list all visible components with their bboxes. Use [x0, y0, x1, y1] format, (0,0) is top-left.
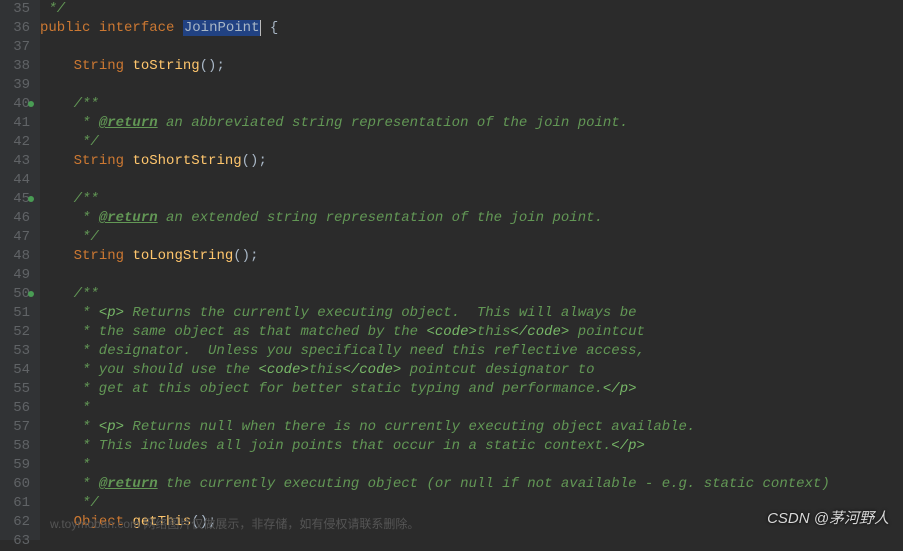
code-line: * @return an abbreviated string represen…	[40, 114, 903, 133]
line-number: 63	[0, 532, 30, 551]
line-number: 55	[0, 380, 30, 399]
code-line	[40, 76, 903, 95]
code-line: String toString();	[40, 57, 903, 76]
javadoc-return-tag: @return	[99, 476, 158, 492]
html-p-tag: <p>	[99, 305, 124, 321]
line-number: 38	[0, 57, 30, 76]
gutter-marker-icon	[28, 291, 34, 297]
html-code-tag: </code>	[511, 324, 570, 340]
code-line: * @return an extended string representat…	[40, 209, 903, 228]
line-number: 47	[0, 228, 30, 247]
line-number: 35	[0, 0, 30, 19]
gutter-marker-icon	[28, 101, 34, 107]
line-number: 36	[0, 19, 30, 38]
line-number: 56	[0, 399, 30, 418]
interface-declaration: public interface JoinPoint {	[40, 19, 903, 38]
code-line	[40, 266, 903, 285]
code-line: */	[40, 133, 903, 152]
code-line: */	[40, 228, 903, 247]
code-line: * you should use the <code>this</code> p…	[40, 361, 903, 380]
code-line	[40, 38, 903, 57]
line-number: 37	[0, 38, 30, 57]
javadoc-return-tag: @return	[99, 115, 158, 131]
line-number: 40	[0, 95, 30, 114]
watermark-right: CSDN @茅河野人	[767, 509, 889, 528]
code-line: *	[40, 456, 903, 475]
line-number: 59	[0, 456, 30, 475]
code-line	[40, 532, 903, 551]
code-line: * the same object as that matched by the…	[40, 323, 903, 342]
line-number: 49	[0, 266, 30, 285]
html-code-tag: </code>	[342, 362, 401, 378]
line-number: 60	[0, 475, 30, 494]
class-name-selected: JoinPoint	[183, 20, 261, 36]
gutter-marker-icon	[28, 196, 34, 202]
method-tolongstring: toLongString	[132, 248, 233, 264]
code-line: * <p> Returns null when there is no curr…	[40, 418, 903, 437]
line-number: 61	[0, 494, 30, 513]
line-number: 39	[0, 76, 30, 95]
line-number: 43	[0, 152, 30, 171]
gutter: 3536373839404142434445464748495051525354…	[0, 0, 40, 540]
code-line: * designator. Unless you specifically ne…	[40, 342, 903, 361]
line-number: 54	[0, 361, 30, 380]
method-toshortstring: toShortString	[132, 153, 241, 169]
code-line: * get at this object for better static t…	[40, 380, 903, 399]
code-editor[interactable]: 3536373839404142434445464748495051525354…	[0, 0, 903, 540]
code-area[interactable]: */public interface JoinPoint { String to…	[40, 0, 903, 540]
line-number: 52	[0, 323, 30, 342]
code-line: /**	[40, 95, 903, 114]
html-code-tag: <code>	[258, 362, 308, 378]
html-p-tag: </p>	[611, 438, 645, 454]
code-line: * This includes all join points that occ…	[40, 437, 903, 456]
html-p-tag: </p>	[603, 381, 637, 397]
code-line: */	[40, 0, 903, 19]
line-number: 51	[0, 304, 30, 323]
code-line: /**	[40, 190, 903, 209]
method-tostring: toString	[132, 58, 199, 74]
code-line: String toShortString();	[40, 152, 903, 171]
line-number: 41	[0, 114, 30, 133]
code-line	[40, 171, 903, 190]
javadoc-return-tag: @return	[99, 210, 158, 226]
line-number: 45	[0, 190, 30, 209]
code-line: *	[40, 399, 903, 418]
code-line: String toLongString();	[40, 247, 903, 266]
line-number: 44	[0, 171, 30, 190]
line-number: 42	[0, 133, 30, 152]
code-line: * @return the currently executing object…	[40, 475, 903, 494]
code-line: /**	[40, 285, 903, 304]
line-number: 53	[0, 342, 30, 361]
html-code-tag: <code>	[426, 324, 476, 340]
line-number: 46	[0, 209, 30, 228]
line-number: 58	[0, 437, 30, 456]
line-number: 50	[0, 285, 30, 304]
line-number: 57	[0, 418, 30, 437]
code-line: * <p> Returns the currently executing ob…	[40, 304, 903, 323]
html-p-tag: <p>	[99, 419, 124, 435]
line-number: 48	[0, 247, 30, 266]
